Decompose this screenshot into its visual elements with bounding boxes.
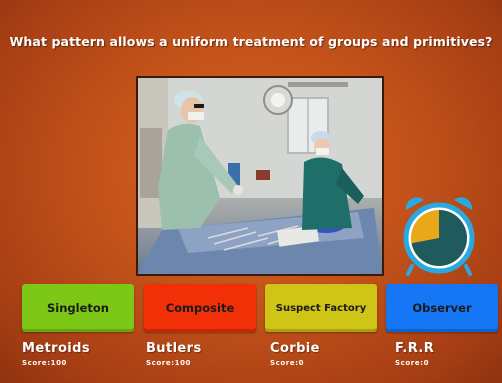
player-score: Score:100 [22,359,68,367]
player-name: Butlers [146,341,202,356]
player-panel: F.R.R Score:0 [395,341,434,367]
player-name: Metroids [22,341,91,356]
question-text: What pattern allows a uniform treatment … [9,34,493,49]
player-panel: Metroids Score:100 [22,341,90,367]
question-image [136,76,384,276]
answer-singleton-button[interactable]: Singleton [22,284,134,332]
answer-composite-button[interactable]: Composite [144,284,256,332]
player-panel: Butlers Score:100 [146,341,202,367]
player-name: Corbie [270,341,320,356]
player-score: Score:0 [270,359,305,367]
player-panel: Corbie Score:0 [270,341,320,367]
answer-observer-button[interactable]: Observer [386,284,498,332]
player-score: Score:0 [395,359,430,367]
player-score: Score:100 [146,359,192,367]
alarm-clock-icon [400,196,478,276]
player-name: F.R.R [395,341,435,356]
answer-suspect-factory-button[interactable]: Suspect Factory [265,284,377,332]
